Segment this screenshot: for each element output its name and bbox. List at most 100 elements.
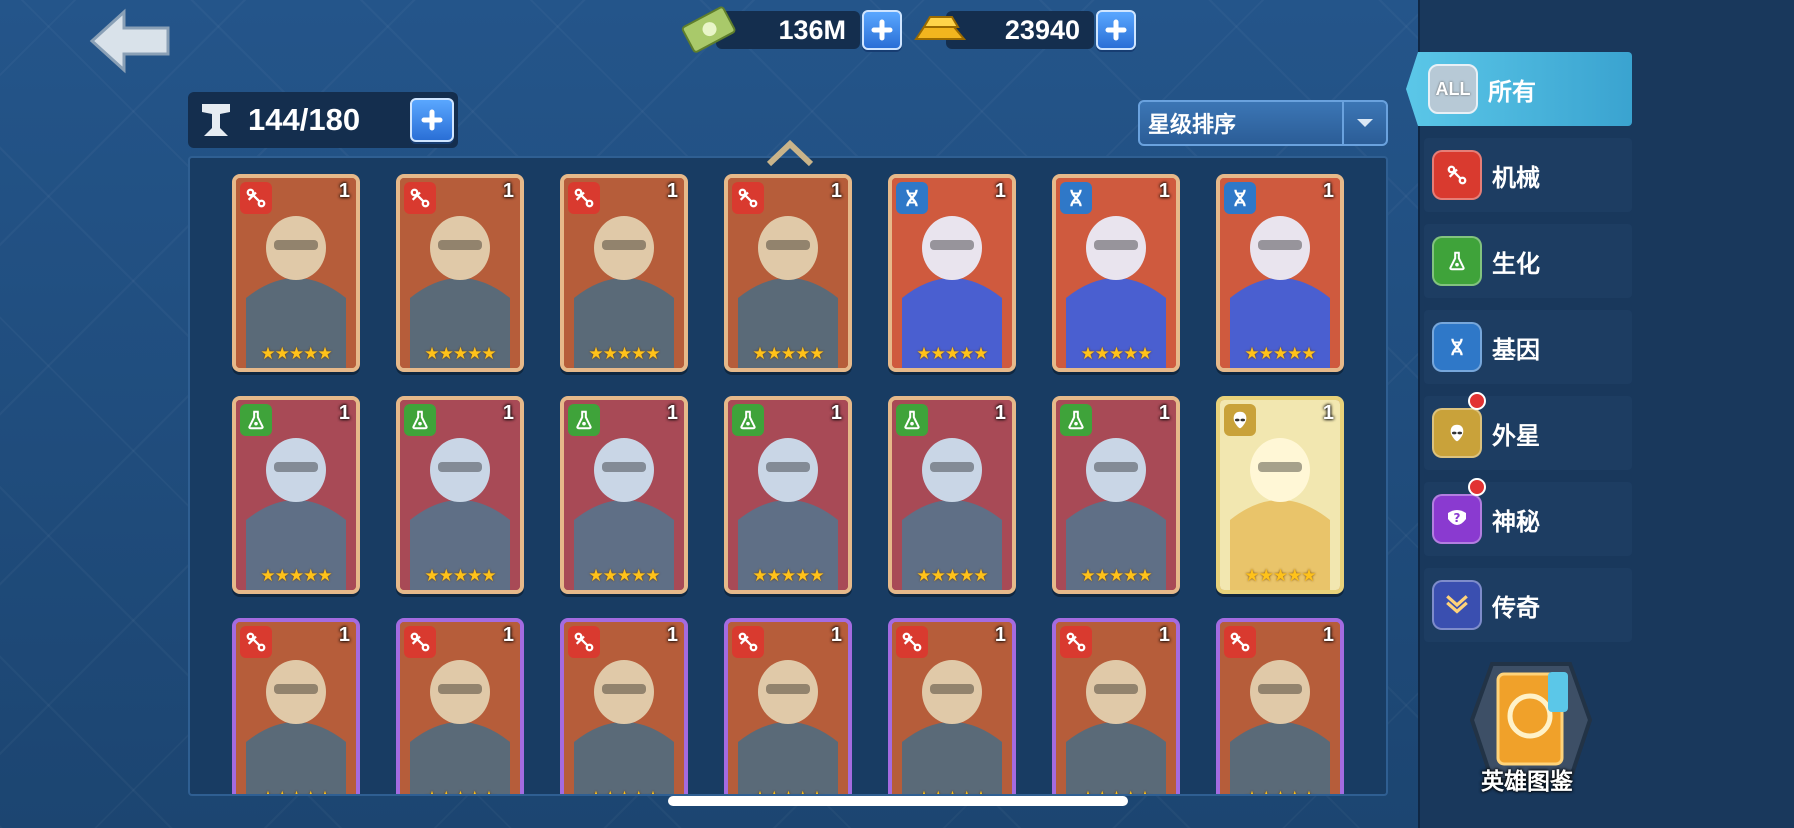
hero-star-rating: ★★★★★ xyxy=(588,344,660,363)
category-label: 机械 xyxy=(1492,164,1540,192)
hero-grid[interactable]: 1 ★★★★★ 1 ★★★★★ 1 ★★★★★ 1 ★★★★★ 1 ★★★★★ 1 ★★★★★ 1 ★★★… xyxy=(188,156,1388,796)
hero-card[interactable]: 1 ★★★★★ xyxy=(560,396,688,594)
hero-card[interactable]: 1 ★★★★★ xyxy=(888,618,1016,794)
mechanical-class-icon xyxy=(240,626,272,658)
category-label: 生化 xyxy=(1492,250,1540,278)
gene-class-icon xyxy=(1060,182,1092,214)
category-tab-gene[interactable]: 基因 xyxy=(1424,310,1632,384)
hero-level: 1 xyxy=(666,180,678,202)
hero-level: 1 xyxy=(502,402,514,424)
back-button[interactable] xyxy=(88,8,174,74)
hero-card[interactable]: 1 ★★★★★ xyxy=(396,396,524,594)
hero-card[interactable]: 1 ★★★★★ xyxy=(1052,618,1180,794)
hero-star-rating: ★★★★★ xyxy=(752,566,824,585)
hero-card[interactable]: 1 ★★★★★ xyxy=(232,396,360,594)
hero-star-rating: ★★★★★ xyxy=(424,344,496,363)
hero-star-rating: ★★★★★ xyxy=(1220,788,1340,794)
expand-capacity-button[interactable] xyxy=(410,98,454,142)
hero-star-rating: ★★★★★ xyxy=(260,344,332,363)
mechanical-class-icon xyxy=(240,182,272,214)
all-icon: ALL xyxy=(1428,64,1478,114)
mechanical-class-icon xyxy=(568,626,600,658)
category-tab-mechanical[interactable]: 机械 xyxy=(1424,138,1632,212)
add-cash-button[interactable] xyxy=(862,10,902,50)
category-tab-legend[interactable]: 传奇 xyxy=(1424,568,1632,642)
mechanical-class-icon xyxy=(1060,626,1092,658)
plus-icon xyxy=(1105,19,1127,41)
category-label: 所有 xyxy=(1488,78,1536,106)
category-label: 基因 xyxy=(1492,336,1540,364)
mystery-icon: ? xyxy=(1432,494,1482,544)
hero-card[interactable]: 1 ★★★★★ xyxy=(1052,174,1180,372)
legend-rank-icon xyxy=(1432,580,1482,630)
notification-dot xyxy=(1468,478,1486,496)
codex-label: 英雄图鉴 xyxy=(1481,768,1573,794)
hero-star-rating: ★★★★★ xyxy=(728,788,848,794)
hero-card[interactable]: 1 ★★★★★ xyxy=(232,174,360,372)
svg-text:?: ? xyxy=(1454,511,1461,525)
biochem-class-icon xyxy=(896,404,928,436)
notification-dot xyxy=(1468,392,1486,410)
hero-level: 1 xyxy=(994,624,1006,646)
gold-bars-icon xyxy=(914,16,967,40)
hero-star-rating: ★★★★★ xyxy=(1080,344,1152,363)
hero-star-rating: ★★★★★ xyxy=(916,344,988,363)
hero-card[interactable]: 1 ★★★★★ xyxy=(724,396,852,594)
hero-star-rating: ★★★★★ xyxy=(1080,566,1152,585)
hero-card[interactable]: 1 ★★★★★ xyxy=(560,618,688,794)
scroll-up-icon xyxy=(766,139,814,167)
category-label: 外星 xyxy=(1492,422,1540,450)
biochem-class-icon xyxy=(404,404,436,436)
hero-card[interactable]: 1 ★★★★★ xyxy=(1216,174,1344,372)
category-tab-mystic[interactable]: ? 神秘 xyxy=(1424,478,1632,556)
hero-star-rating: ★★★★★ xyxy=(892,788,1012,794)
hero-level: 1 xyxy=(502,624,514,646)
category-tab-alien[interactable]: 外星 xyxy=(1424,392,1632,470)
hero-level: 1 xyxy=(1322,180,1334,202)
mechanical-icon xyxy=(1432,150,1482,200)
sort-label: 星级排序 xyxy=(1148,112,1237,137)
biochem-class-icon xyxy=(240,404,272,436)
add-gold-button[interactable] xyxy=(1096,10,1136,50)
hero-star-rating: ★★★★★ xyxy=(916,566,988,585)
sort-dropdown[interactable]: 星级排序 xyxy=(1138,100,1388,146)
hero-level: 1 xyxy=(338,402,350,424)
chevron-down-icon xyxy=(1342,102,1386,144)
hero-card[interactable]: 1 ★★★★★ xyxy=(396,174,524,372)
hero-card[interactable]: 1 ★★★★★ xyxy=(888,174,1016,372)
hero-level: 1 xyxy=(1158,180,1170,202)
category-tab-all[interactable]: ALL 所有 xyxy=(1406,52,1632,126)
hero-level: 1 xyxy=(1322,402,1334,424)
hero-star-rating: ★★★★★ xyxy=(1056,788,1176,794)
hero-level: 1 xyxy=(1158,402,1170,424)
hero-card[interactable]: 1 ★★★★★ xyxy=(888,396,1016,594)
biochem-class-icon xyxy=(568,404,600,436)
hero-card[interactable]: 1 ★★★★★ xyxy=(560,174,688,372)
hero-card[interactable]: 1 ★★★★★ xyxy=(724,174,852,372)
hero-star-rating: ★★★★★ xyxy=(1244,344,1316,363)
hero-card[interactable]: 1 ★★★★★ xyxy=(232,618,360,794)
category-tab-biochem[interactable]: 生化 xyxy=(1424,224,1632,298)
biochem-class-icon xyxy=(1060,404,1092,436)
alien-icon xyxy=(1432,408,1482,458)
hero-card[interactable]: 1 ★★★★★ xyxy=(1216,396,1344,594)
gene-class-icon xyxy=(1224,182,1256,214)
back-arrow-icon xyxy=(89,8,170,74)
hero-card[interactable]: 1 ★★★★★ xyxy=(1216,618,1344,794)
hero-level: 1 xyxy=(1322,624,1334,646)
hero-card[interactable]: 1 ★★★★★ xyxy=(396,618,524,794)
hero-level: 1 xyxy=(666,402,678,424)
hero-star-rating: ★★★★★ xyxy=(236,788,356,794)
mechanical-class-icon xyxy=(732,626,764,658)
hero-card[interactable]: 1 ★★★★★ xyxy=(1052,396,1180,594)
hero-card[interactable]: 1 ★★★★★ xyxy=(724,618,852,794)
capacity-value: 144/180 xyxy=(248,102,361,137)
hero-star-rating: ★★★★★ xyxy=(588,566,660,585)
flask-icon xyxy=(1432,236,1482,286)
mechanical-class-icon xyxy=(404,626,436,658)
hero-star-rating: ★★★★★ xyxy=(564,788,684,794)
mechanical-class-icon xyxy=(732,182,764,214)
hero-star-rating: ★★★★★ xyxy=(424,566,496,585)
plus-icon xyxy=(421,109,443,131)
hero-capacity: 144/180 xyxy=(188,92,458,148)
